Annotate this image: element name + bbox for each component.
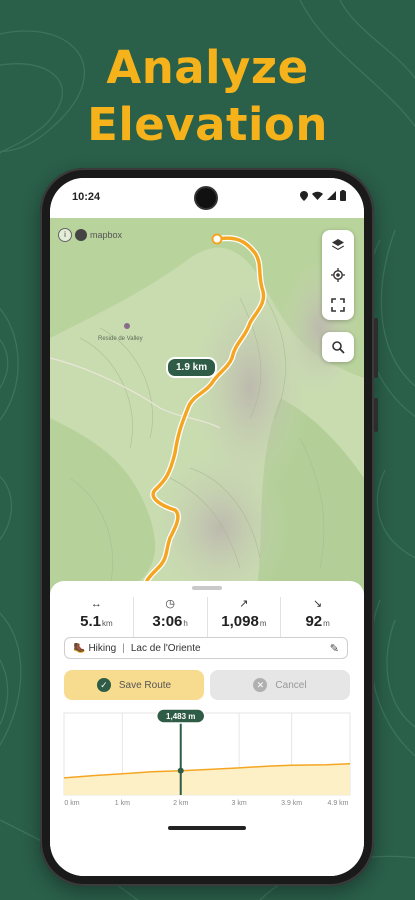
cancel-button[interactable]: ✕ Cancel xyxy=(210,670,350,700)
x-tick-label: 3.9 km xyxy=(281,800,302,807)
save-route-button[interactable]: ✓ Save Route xyxy=(64,670,204,700)
hiking-icon: 🥾 xyxy=(73,642,86,654)
search-button[interactable] xyxy=(322,332,354,362)
ascent-icon: ↗ xyxy=(239,598,249,610)
route-meta-field[interactable]: 🥾 Hiking | Lac de l'Oriente ✎ xyxy=(64,637,348,659)
check-icon: ✓ xyxy=(96,678,111,692)
map-search-group xyxy=(322,332,354,362)
duration-value: 3:06 xyxy=(152,613,183,630)
expand-icon xyxy=(331,298,345,312)
info-icon[interactable]: i xyxy=(58,228,72,242)
activity-label: Hiking xyxy=(88,642,117,654)
stat-ascent: ↗ 1,098m xyxy=(208,597,282,637)
wifi-icon xyxy=(312,191,323,200)
battery-icon xyxy=(340,190,346,201)
x-tick-label: 2 km xyxy=(173,800,188,807)
mapbox-logo-icon xyxy=(75,229,87,241)
stat-duration: ◷ 3:06h xyxy=(134,597,208,637)
map-attribution[interactable]: i mapbox xyxy=(58,228,122,242)
distance-icon: ↔ xyxy=(90,598,102,610)
sheet-grabber[interactable] xyxy=(192,586,222,590)
camera-cutout xyxy=(196,188,216,208)
status-time: 10:24 xyxy=(72,191,101,203)
expand-button[interactable] xyxy=(322,290,354,320)
attribution-text: mapbox xyxy=(90,230,123,240)
layers-icon xyxy=(332,239,344,250)
elevation-chart[interactable]: 1,483 m 0 km 1 km 2 km 3 km 3.9 km 4.9 km xyxy=(62,708,352,809)
save-route-label: Save Route xyxy=(118,679,172,691)
edit-pencil-icon[interactable]: ✎ xyxy=(330,642,339,655)
distance-unit: km xyxy=(101,619,113,628)
chart-cursor-label: 1,483 m xyxy=(166,712,195,721)
route-stats: ↔ 5.1km ◷ 3:06h ↗ 1,098m ↘ 92m xyxy=(60,597,354,637)
close-icon: ✕ xyxy=(253,678,268,692)
meta-separator: | xyxy=(122,642,125,654)
x-tick-label: 4.9 km xyxy=(327,800,348,807)
map-place-label: Reside de Valley xyxy=(98,336,143,342)
x-tick-label: 0 km xyxy=(64,800,79,807)
distance-value: 5.1 xyxy=(80,613,101,630)
stat-distance: ↔ 5.1km xyxy=(60,597,134,637)
descent-icon: ↘ xyxy=(313,598,323,610)
route-start-marker[interactable] xyxy=(211,233,223,245)
cancel-label: Cancel xyxy=(275,679,307,691)
locate-button[interactable] xyxy=(322,260,354,290)
elevation-chart-svg[interactable]: 1,483 m 0 km 1 km 2 km 3 km 3.9 km 4.9 km xyxy=(62,708,352,809)
stat-descent: ↘ 92m xyxy=(281,597,354,637)
chart-cursor-dot[interactable] xyxy=(177,767,184,774)
phone-screen: 10:24 Reside de Valley i mapbox 1.9 km ↔… xyxy=(50,178,364,876)
ascent-value: 1,098 xyxy=(221,613,259,630)
phone-frame: 10:24 Reside de Valley i mapbox 1.9 km ↔… xyxy=(40,168,378,886)
map-controls-group xyxy=(322,230,354,320)
x-tick-label: 3 km xyxy=(232,800,247,807)
status-icons xyxy=(300,190,346,201)
clock-icon: ◷ xyxy=(165,598,175,610)
route-bottom-sheet: ↔ 5.1km ◷ 3:06h ↗ 1,098m ↘ 92m 🥾 Hiking … xyxy=(50,581,364,876)
volume-button xyxy=(374,318,378,378)
ascent-unit: m xyxy=(259,619,267,628)
location-icon xyxy=(300,190,308,201)
signal-icon xyxy=(327,191,336,200)
headline-line2: Elevation xyxy=(87,98,328,151)
map-canvas[interactable]: Reside de Valley xyxy=(50,218,364,618)
route-name: Lac de l'Oriente xyxy=(130,642,201,654)
home-indicator[interactable] xyxy=(168,826,246,830)
layers-button[interactable] xyxy=(322,230,354,260)
elevation-area xyxy=(64,763,350,795)
x-tick-label: 1 km xyxy=(115,800,130,807)
power-button xyxy=(374,398,378,432)
map-view[interactable]: Reside de Valley i mapbox 1.9 km xyxy=(50,218,364,618)
descent-value: 92 xyxy=(305,613,323,630)
descent-unit: m xyxy=(323,619,330,628)
headline-line1: Analyze xyxy=(106,41,309,94)
search-icon xyxy=(332,341,345,354)
action-buttons: ✓ Save Route ✕ Cancel xyxy=(64,670,350,700)
status-bar: 10:24 xyxy=(50,178,364,218)
locate-icon xyxy=(331,268,345,282)
distance-chip: 1.9 km xyxy=(166,357,218,378)
duration-unit: h xyxy=(183,619,188,628)
